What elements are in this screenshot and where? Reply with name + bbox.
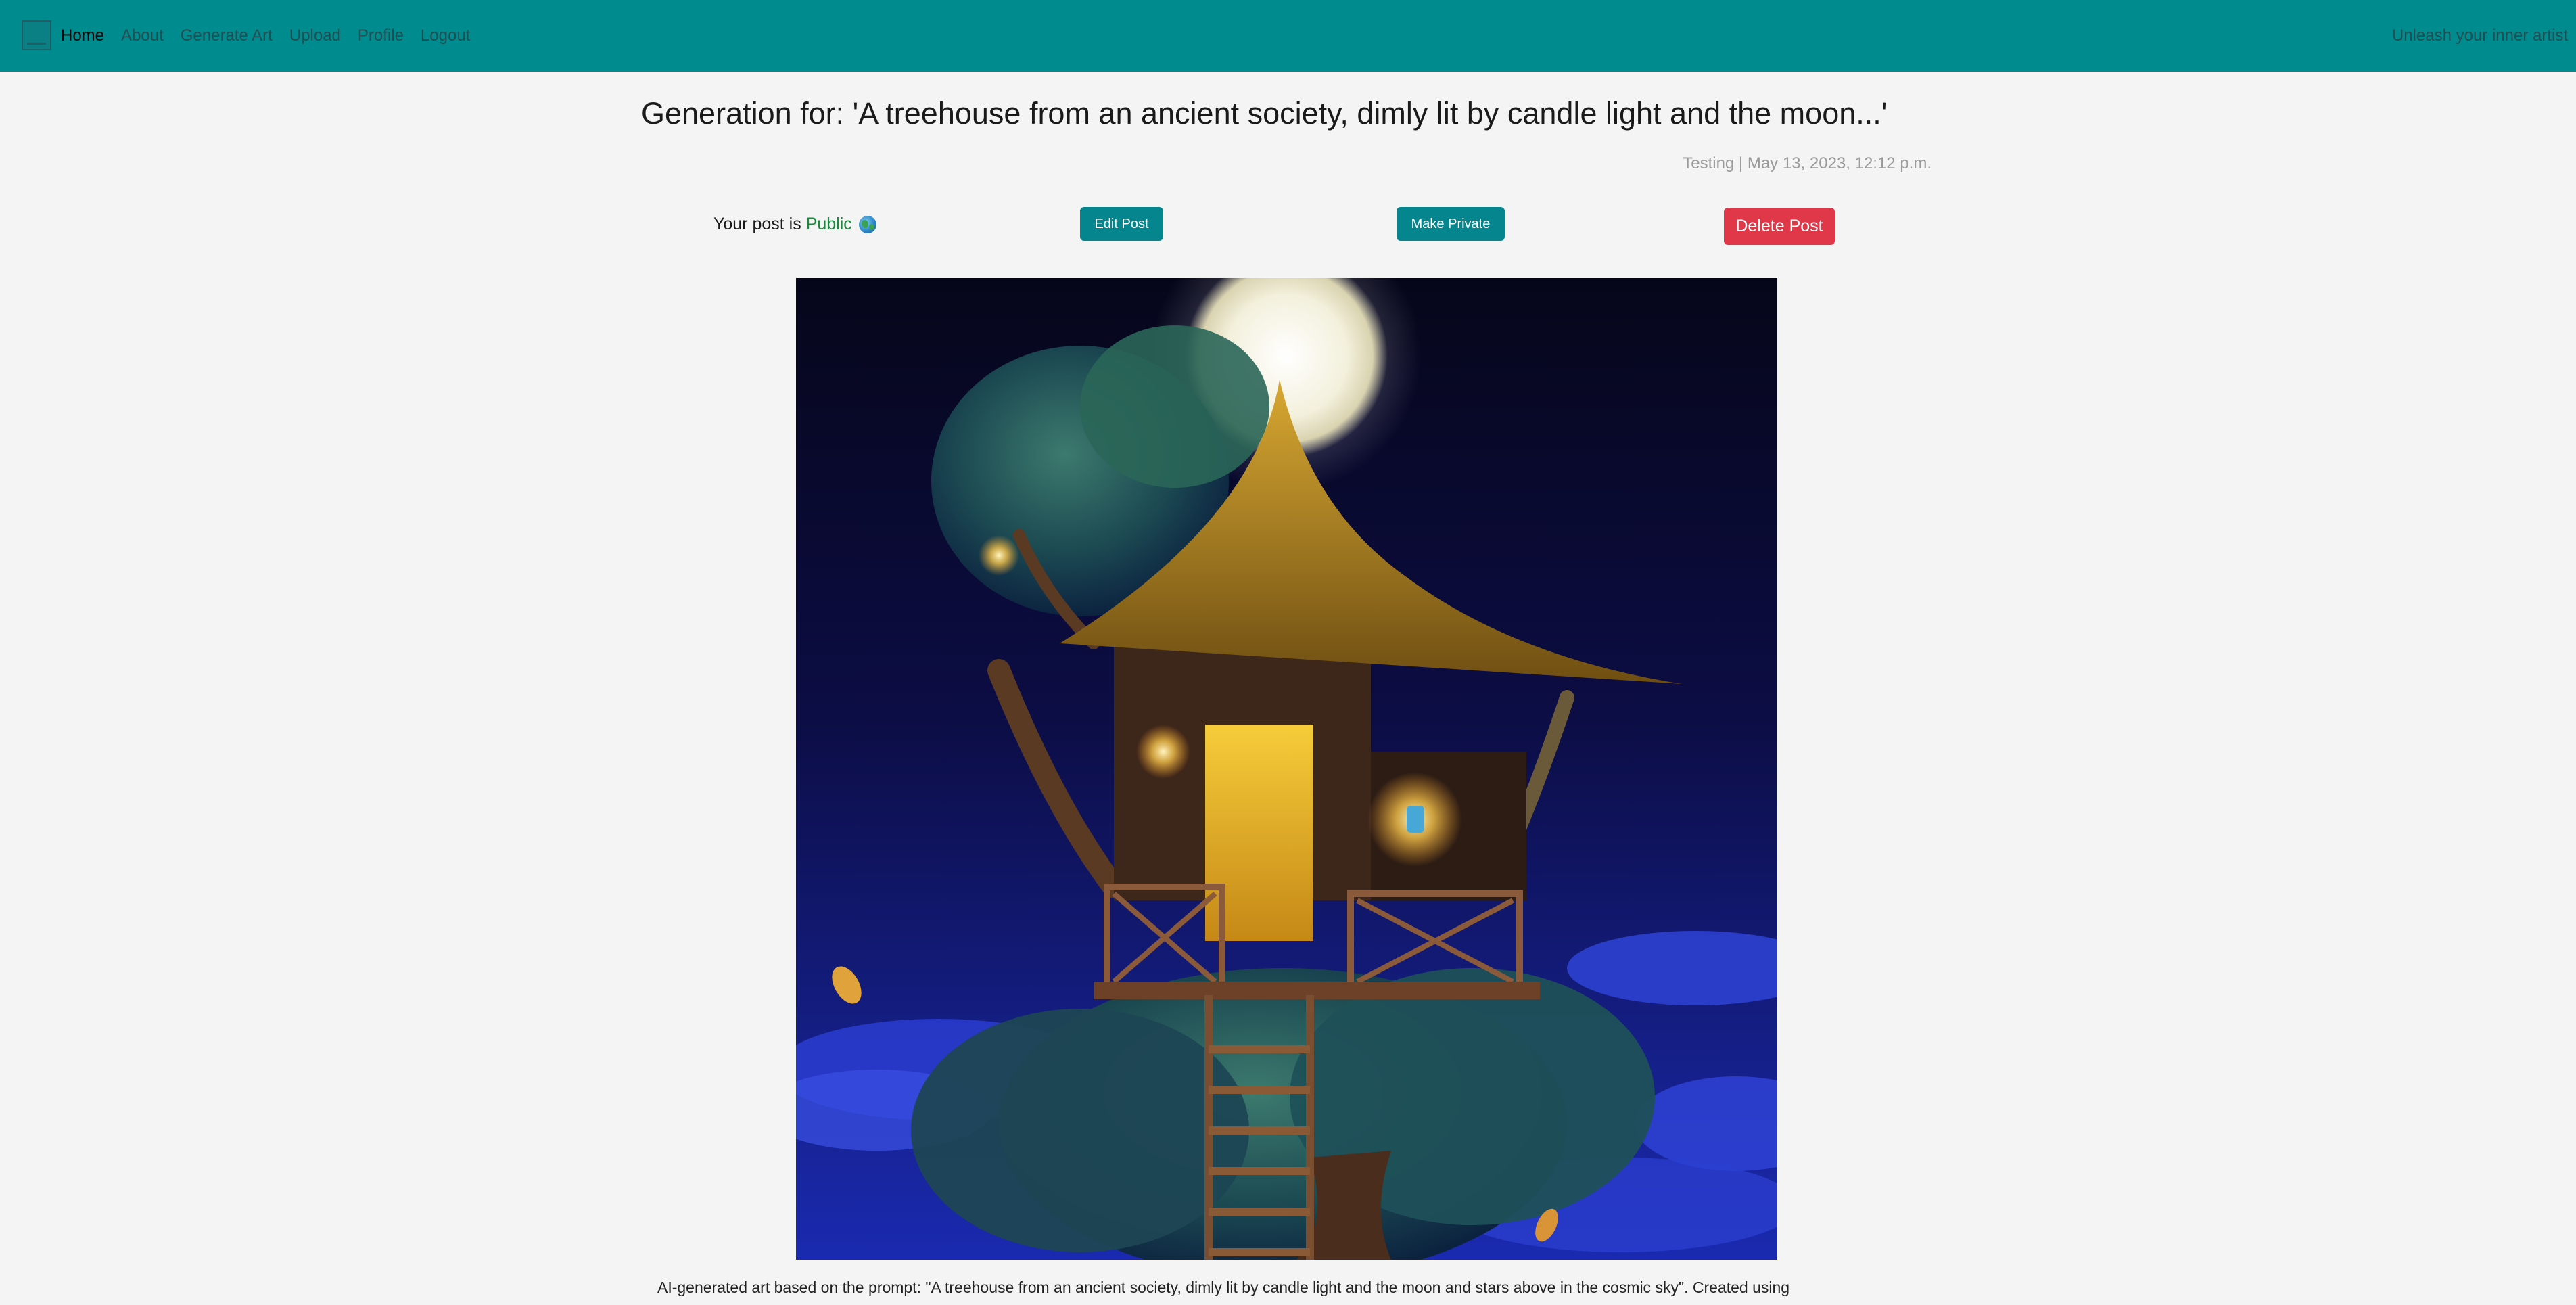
nav-links: Home About Generate Art Upload Profile L…: [61, 0, 487, 72]
visibility-status-label: Your post is: [713, 214, 801, 233]
delete-post-button[interactable]: Delete Post: [1724, 208, 1835, 245]
nav-about-link[interactable]: About: [121, 26, 164, 45]
nav-generate-art-link[interactable]: Generate Art: [181, 26, 273, 45]
nav-upload-link[interactable]: Upload: [289, 26, 341, 45]
navbar: Home About Generate Art Upload Profile L…: [0, 0, 2576, 72]
post-meta: Testing | May 13, 2023, 12:12 p.m.: [1683, 154, 1931, 173]
nav-home-link[interactable]: Home: [61, 26, 104, 45]
artwork-caption: AI-generated art based on the prompt: "A…: [657, 1279, 1790, 1296]
visibility-status-value: Public: [805, 214, 852, 233]
tagline: Unleash your inner artist: [2391, 26, 2568, 45]
generated-artwork: [796, 278, 1777, 1260]
globe-icon: [858, 215, 876, 233]
nav-logout-link[interactable]: Logout: [421, 26, 470, 45]
edit-post-button[interactable]: Edit Post: [1080, 207, 1163, 241]
nav-profile-link[interactable]: Profile: [358, 26, 404, 45]
make-private-button[interactable]: Make Private: [1397, 207, 1505, 241]
app-logo-icon[interactable]: [22, 20, 51, 50]
visibility-status: Your post is Public: [713, 214, 876, 234]
page-title: Generation for: 'A treehouse from an anc…: [641, 96, 1888, 131]
